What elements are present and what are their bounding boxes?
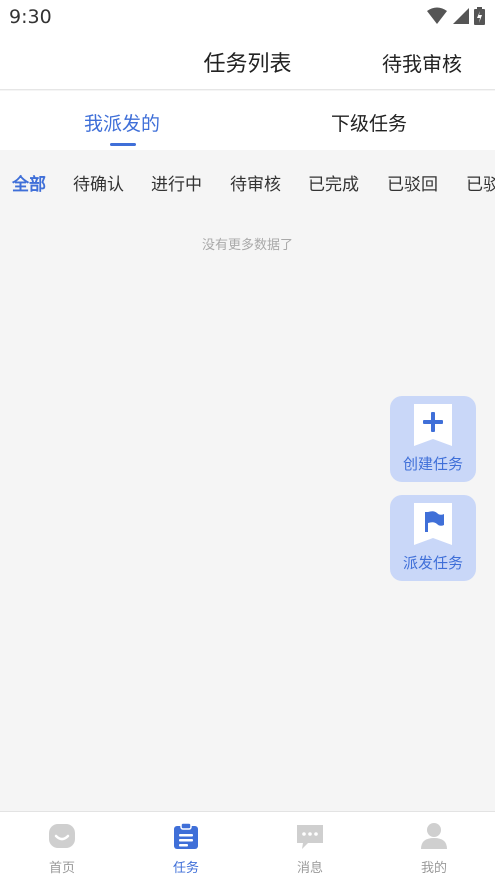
- nav-messages-label: 消息: [296, 861, 323, 876]
- filter-completed[interactable]: 已完成: [308, 170, 359, 195]
- filter-rejected[interactable]: 已驳回: [387, 170, 438, 195]
- status-icons: [426, 7, 485, 25]
- pending-review-button[interactable]: 待我审核: [382, 48, 462, 77]
- message-icon: [297, 825, 323, 849]
- signal-icon: [453, 8, 469, 24]
- plus-icon: [414, 404, 452, 446]
- home-icon: [49, 824, 75, 848]
- nav-mine[interactable]: 我的: [372, 812, 495, 881]
- bottom-nav: 首页 任务 消息 我的: [0, 811, 495, 881]
- filter-pending-confirm[interactable]: 待确认: [73, 170, 124, 195]
- nav-home[interactable]: 首页: [0, 812, 124, 881]
- nav-tasks[interactable]: 任务: [124, 812, 248, 881]
- status-bar: 9:30: [0, 0, 495, 34]
- battery-icon: [474, 7, 485, 25]
- tab-bar: 我派发的 下级任务: [0, 91, 495, 150]
- clipboard-icon: [174, 822, 198, 849]
- create-task-label: 创建任务: [402, 455, 463, 473]
- status-time: 9:30: [9, 6, 52, 28]
- wifi-icon: [427, 7, 447, 24]
- person-icon: [421, 823, 447, 849]
- create-task-button[interactable]: 创建任务: [390, 396, 476, 482]
- filter-in-progress[interactable]: 进行中: [151, 170, 202, 195]
- nav-tasks-label: 任务: [172, 861, 199, 876]
- filter-pending-review[interactable]: 待审核: [230, 170, 281, 195]
- header: 任务列表 待我审核: [0, 34, 495, 90]
- tab-indicator: [110, 143, 136, 146]
- filter-more[interactable]: 已驳: [466, 170, 495, 195]
- filter-all[interactable]: 全部: [12, 170, 46, 195]
- tab-subordinate-tasks[interactable]: 下级任务: [331, 109, 407, 136]
- nav-home-label: 首页: [48, 861, 75, 876]
- dispatch-task-button[interactable]: 派发任务: [390, 495, 476, 581]
- status-filter-bar[interactable]: 全部 待确认 进行中 待审核 已完成 已驳回 已驳: [0, 150, 495, 208]
- flag-icon: [414, 503, 452, 545]
- nav-messages[interactable]: 消息: [248, 812, 372, 881]
- dispatch-task-label: 派发任务: [402, 554, 463, 572]
- empty-state-text: 没有更多数据了: [201, 238, 293, 253]
- tab-my-dispatched[interactable]: 我派发的: [84, 109, 160, 136]
- nav-mine-label: 我的: [420, 861, 447, 876]
